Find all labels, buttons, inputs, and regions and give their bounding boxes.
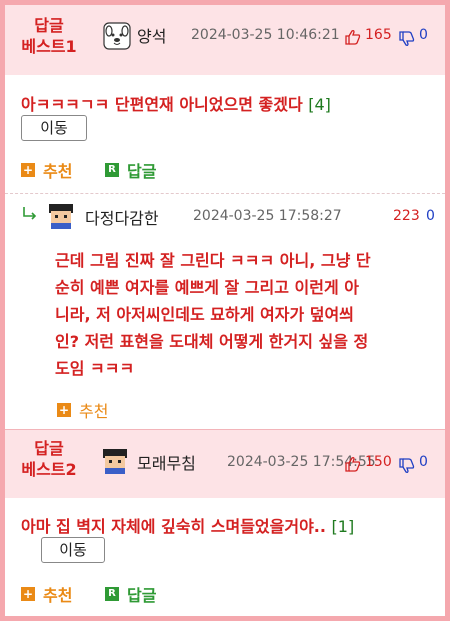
best-badge-line2: 베스트2 (21, 460, 77, 479)
upvote-count: 165 (365, 27, 392, 43)
move-button[interactable]: 이동 (21, 115, 87, 141)
reply-button[interactable]: 답글 (127, 582, 156, 606)
thumbs-up-icon[interactable] (345, 456, 361, 472)
plus-icon: + (21, 587, 35, 601)
comment-title[interactable]: 아ㅋㅋㅋㄱㅋ 단편연재 아니었으면 좋겠다 [4] (21, 91, 331, 115)
pixel-avatar-icon[interactable] (101, 447, 129, 475)
divider (5, 193, 445, 194)
reply-date: 2024-03-25 17:58:27 (193, 208, 342, 224)
upvote-count: 223 (393, 208, 420, 224)
move-button[interactable]: 이동 (41, 537, 105, 563)
reply-button[interactable]: 답글 (127, 158, 156, 182)
nickname[interactable]: 양석 (137, 23, 166, 47)
reply-body-line: 인? 저런 표현을 도대체 어떻게 한거지 싶을 정 (55, 332, 369, 351)
pixel-avatar-icon[interactable] (47, 202, 75, 230)
best-badge-1: 답글 베스트1 (19, 15, 79, 57)
downvote-count: 0 (419, 454, 428, 470)
best-badge-line1: 답글 (34, 439, 64, 458)
downvote-count: 0 (419, 27, 428, 43)
best-comment-2-header: 답글 베스트2 모래무침 2024-03-25 17:54:55 150 0 (5, 430, 445, 498)
nickname[interactable]: 다정다감한 (85, 205, 159, 229)
comment-title[interactable]: 아마 집 벽지 자체에 깊숙히 스며들었을거야.. [1] (21, 513, 354, 537)
reply-body-line: 도임 ㅋㅋㅋ (55, 359, 135, 378)
thumbs-down-icon[interactable] (399, 31, 415, 47)
thumbs-up-icon[interactable] (345, 29, 361, 45)
comment-panel: 답글 베스트1 양석 2024-03-25 10:46:21 165 0 아ㅋㅋ… (5, 5, 445, 616)
nickname[interactable]: 모래무침 (137, 450, 196, 474)
reply-r-icon: R (105, 163, 119, 177)
thumbs-down-icon[interactable] (399, 458, 415, 474)
best-comment-1-header: 답글 베스트1 양석 2024-03-25 10:46:21 165 0 (5, 5, 445, 75)
plus-icon: + (57, 403, 71, 417)
reply-count: [4] (308, 95, 331, 114)
reply-body-line: 니라, 저 아저씨인데도 묘하게 여자가 덮여씌 (55, 305, 354, 324)
reply-body-line: 순히 예쁜 여자를 예쁘게 잘 그리고 이런게 아 (55, 278, 359, 297)
reply-arrow-icon (23, 207, 37, 220)
recommend-button[interactable]: 추천 (43, 158, 72, 182)
downvote-count: 0 (426, 208, 435, 224)
upvote-count: 150 (365, 454, 392, 470)
best-badge-line2: 베스트1 (21, 37, 77, 56)
best-badge-line1: 답글 (34, 16, 64, 35)
comment-date: 2024-03-25 10:46:21 (191, 27, 340, 43)
reply-count: [1] (331, 517, 355, 536)
comment-title-text[interactable]: 아ㅋㅋㅋㄱㅋ 단편연재 아니었으면 좋겠다 (21, 95, 303, 114)
recommend-button[interactable]: 추천 (43, 582, 72, 606)
best-badge-2: 답글 베스트2 (19, 438, 79, 480)
recommend-button[interactable]: 추천 (79, 398, 108, 422)
comment-title-text[interactable]: 아마 집 벽지 자체에 깊숙히 스며들었을거야.. (21, 517, 326, 536)
plus-icon: + (21, 163, 35, 177)
reply-body: 근데 그림 진짜 잘 그린다 ㅋㅋㅋ 아니, 그냥 단 순히 예쁜 여자를 예쁘… (55, 247, 439, 382)
reply-r-icon: R (105, 587, 119, 601)
dog-avatar-icon[interactable] (103, 22, 131, 50)
reply-body-line: 근데 그림 진짜 잘 그린다 ㅋㅋㅋ 아니, 그냥 단 (55, 251, 371, 270)
